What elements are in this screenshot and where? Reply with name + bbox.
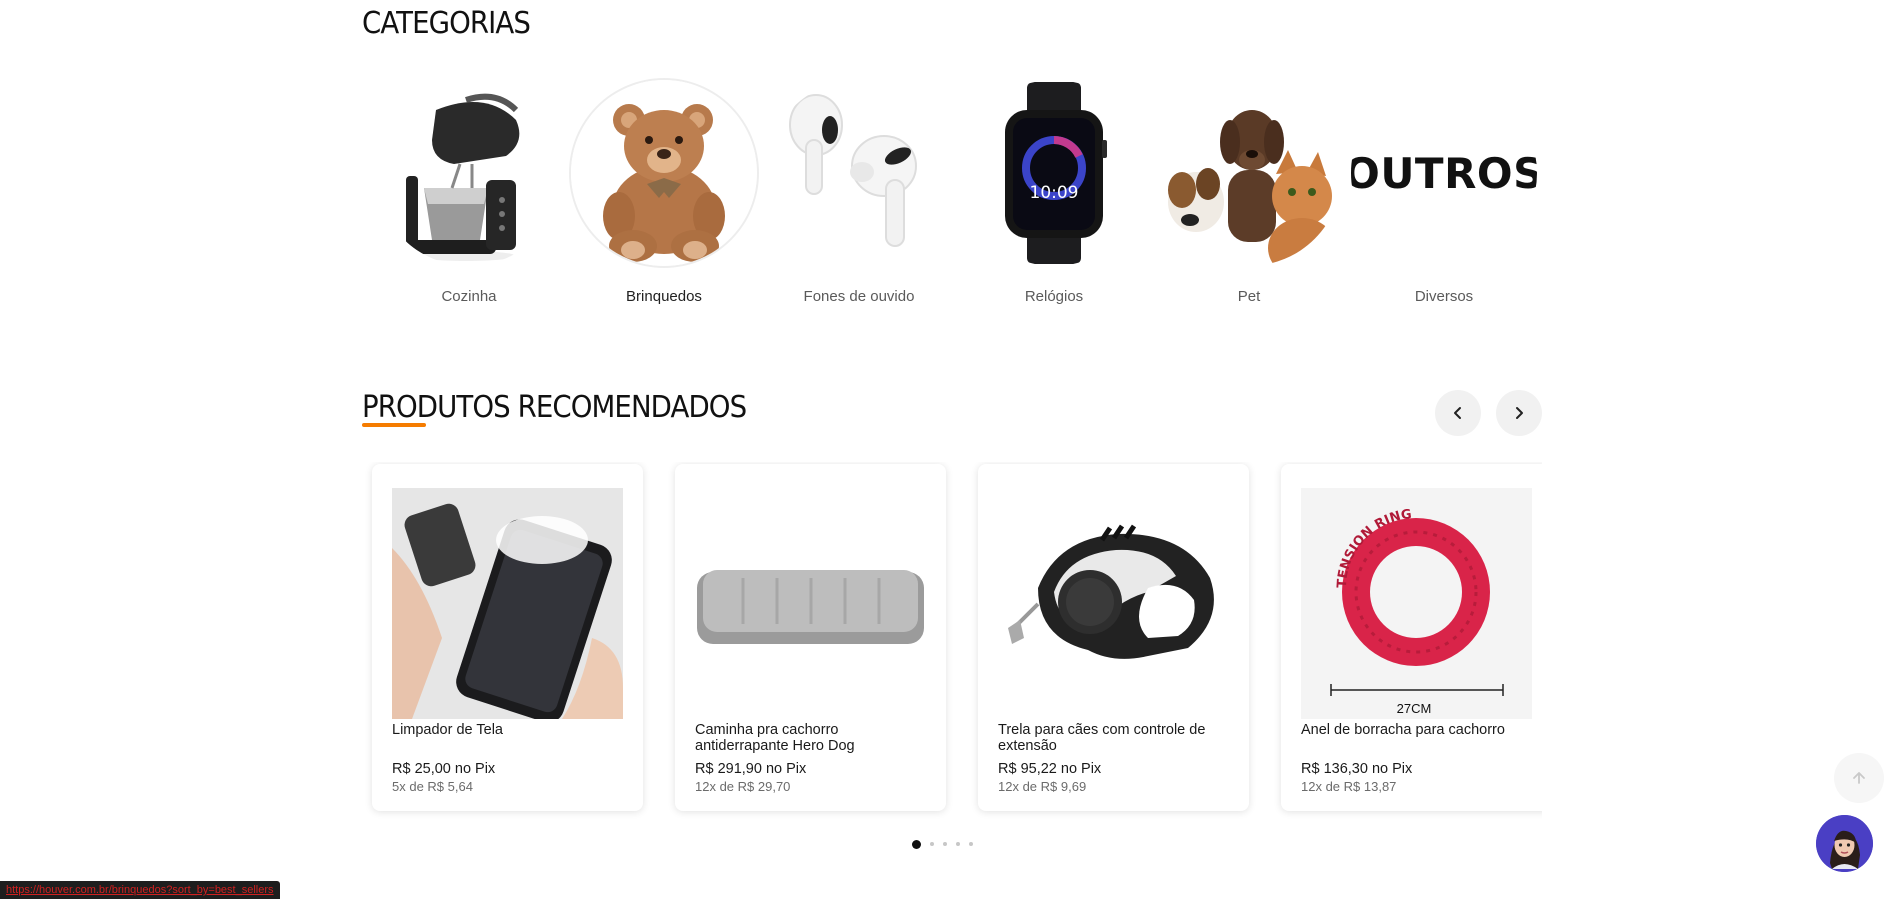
product-name: Anel de borracha para cachorro [1301,722,1505,738]
product-installments: 12x de R$ 29,70 [695,779,791,794]
category-label: Diversos [1414,288,1474,305]
pagination-dot-4[interactable] [956,842,960,846]
product-price: R$ 95,22 no Pix [998,761,1102,777]
product-price: R$ 25,00 no Pix [392,761,496,777]
category-label: Relógios [1024,288,1084,305]
category-pet[interactable]: Pet [1154,78,1344,318]
category-label: Pet [1237,288,1261,305]
pagination-dot-2[interactable] [930,842,934,846]
product-price: R$ 291,90 no Pix [695,761,807,777]
outros-image: OUTROS [1351,80,1537,266]
product-image-rubber-ring: TENSION RING 27CM [1301,488,1532,719]
outros-image-text: OUTROS [1351,148,1537,198]
category-relogios[interactable]: 10:09 Relógios [959,78,1149,318]
category-fones-de-ouvido[interactable]: Fones de ouvido [764,78,954,318]
product-card[interactable]: Limpador de Tela R$ 25,00 no Pix 5x de R… [372,464,643,811]
product-card[interactable]: TENSION RING 27CM Anel de borracha para … [1281,464,1542,811]
pagination-dot-5[interactable] [969,842,973,846]
product-installments: 12x de R$ 13,87 [1301,779,1397,794]
smartwatch-image: 10:09 [961,80,1147,266]
category-label: Cozinha [441,288,497,305]
carousel-prev-button[interactable] [1435,390,1481,436]
category-label: Brinquedos [626,288,702,305]
carousel-pagination [912,839,973,849]
product-carousel: Limpador de Tela R$ 25,00 no Pix 5x de R… [362,462,1542,822]
dogs-cat-image [1156,80,1342,266]
arrow-up-icon [1853,772,1865,784]
pagination-dot-1[interactable] [912,839,921,849]
product-image-screen-cleaner [392,488,623,719]
earbuds-image [766,80,952,266]
back-to-top-button[interactable] [1834,753,1884,803]
stand-mixer-image [376,80,562,266]
assistant-avatar-icon [1816,815,1873,872]
category-brinquedos[interactable]: Brinquedos [569,78,759,318]
product-image-dog-bed [695,488,926,719]
carousel-next-button[interactable] [1496,390,1542,436]
categories-title: CATEGORIAS [362,6,531,41]
status-bar-url: https://houver.com.br/brinquedos?sort_by… [0,881,280,899]
pagination-dot-3[interactable] [943,842,947,846]
watch-time-text: 10:09 [1030,183,1079,203]
product-installments: 12x de R$ 9,69 [998,779,1087,794]
category-cozinha[interactable]: Cozinha [374,78,564,318]
chevron-right-icon [1516,407,1523,419]
teddy-bear-image [571,80,757,266]
categories-row: Cozinha Brinquedos Fones de ouvido 10:09… [374,78,1550,318]
product-price: R$ 136,30 no Pix [1301,761,1413,777]
recommended-title: PRODUTOS RECOMENDADOS [362,390,747,425]
title-accent-underline [362,423,426,427]
chevron-left-icon [1454,407,1461,419]
product-card[interactable]: Trela para cães com controle de extensão… [978,464,1249,811]
product-installments: 5x de R$ 5,64 [392,779,473,794]
product-name: Limpador de Tela [392,722,503,738]
product-name: Caminha pra cachorro antiderrapante Hero… [695,722,855,754]
chat-assistant-button[interactable] [1816,815,1873,872]
product-card[interactable]: Caminha pra cachorro antiderrapante Hero… [675,464,946,811]
category-label: Fones de ouvido [803,288,915,305]
product-name: Trela para cães com controle de extensão [998,722,1206,754]
product-image-dog-leash [998,488,1229,719]
category-diversos[interactable]: OUTROS Diversos [1349,78,1539,318]
ring-size-caption: 27CM [1397,701,1432,716]
